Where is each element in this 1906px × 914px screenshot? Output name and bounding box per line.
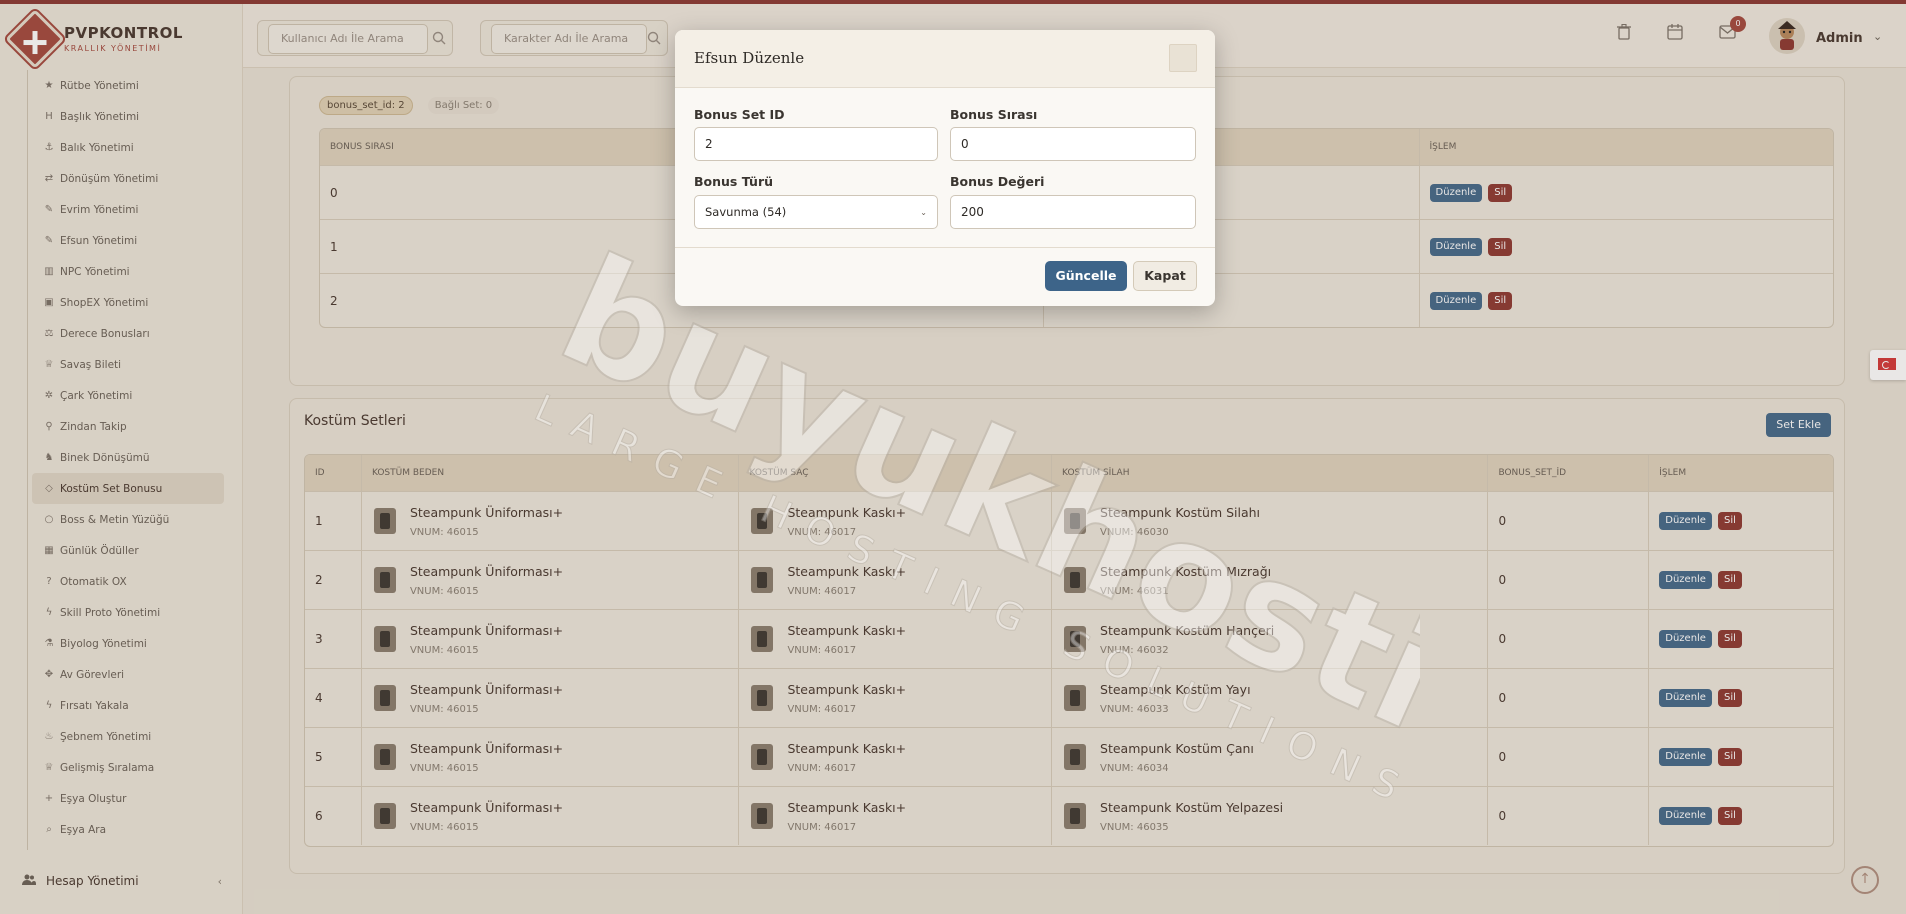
modal-header: Efsun Düzenle (675, 30, 1215, 88)
edit-bonus-modal: Efsun Düzenle Bonus Set ID 2 Bonus Sıras… (675, 30, 1215, 306)
bonus-type-select[interactable]: Savunma (54) ⌄ (694, 195, 938, 229)
close-button[interactable]: Kapat (1133, 261, 1197, 291)
bonus-type-selected: Savunma (54) (705, 205, 787, 219)
modal-footer: Güncelle Kapat (675, 247, 1215, 306)
bonus-set-id-input[interactable]: 2 (694, 127, 938, 161)
close-icon[interactable] (1169, 44, 1197, 72)
bonus-set-id-label: Bonus Set ID (694, 107, 785, 122)
update-button[interactable]: Güncelle (1045, 261, 1127, 291)
bonus-order-input[interactable]: 0 (950, 127, 1196, 161)
bonus-value-label: Bonus Değeri (950, 174, 1045, 189)
bonus-type-label: Bonus Türü (694, 174, 774, 189)
bonus-value-input[interactable]: 200 (950, 195, 1196, 229)
bonus-order-label: Bonus Sırası (950, 107, 1038, 122)
modal-title: Efsun Düzenle (694, 49, 805, 67)
chevron-down-icon: ⌄ (920, 208, 927, 217)
